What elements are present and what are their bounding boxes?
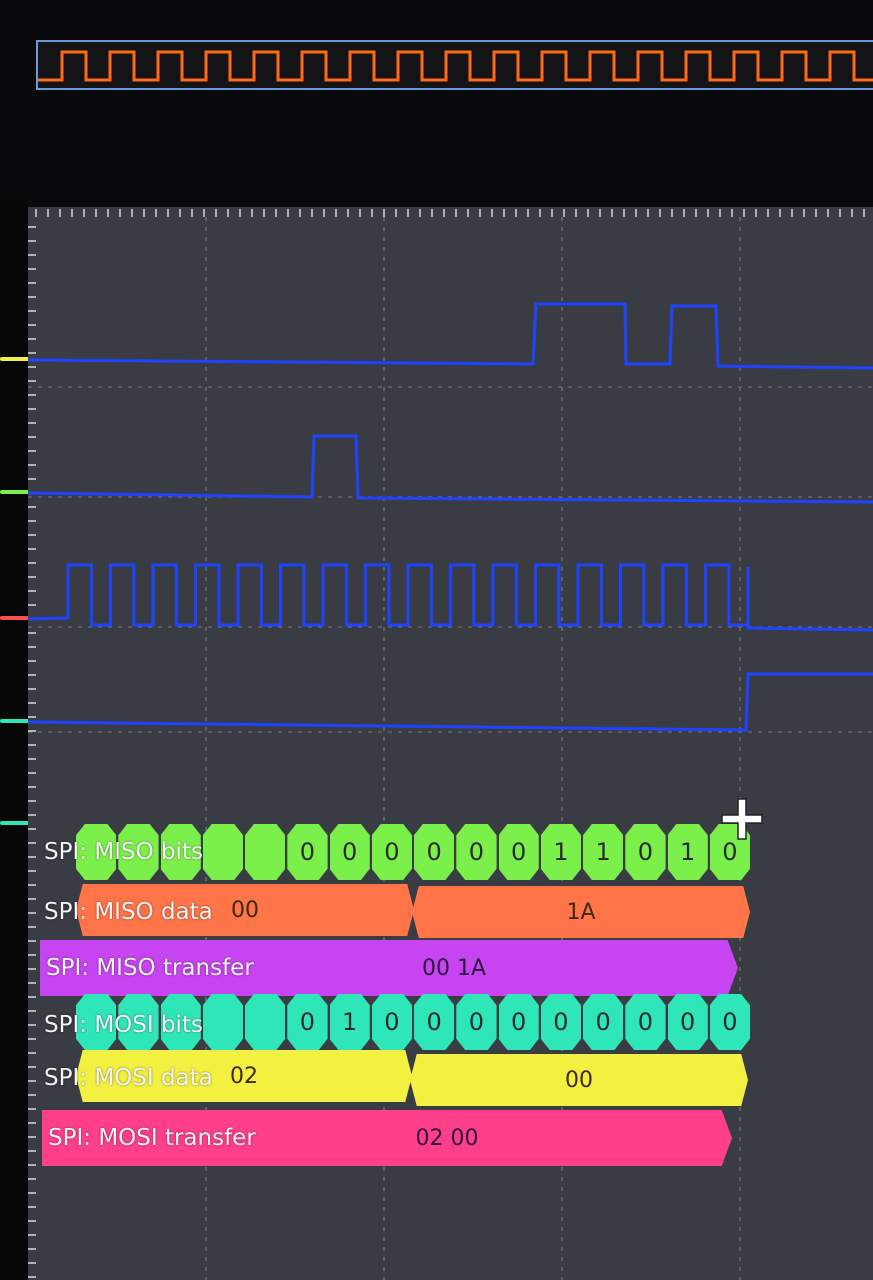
miso-bit-value: 1 — [595, 838, 611, 866]
mosi-bit-value: 0 — [511, 1008, 527, 1036]
mosi-transfer-bar[interactable]: SPI: MOSI transfer 02 00 — [42, 1110, 732, 1166]
miso-transfer-value: 00 1A — [421, 955, 487, 981]
miso-bit[interactable]: 1 — [540, 824, 582, 880]
channel-marker-ch4[interactable] — [0, 821, 30, 825]
miso-data-byte-value: 1A — [566, 899, 596, 925]
miso-bit[interactable]: 1 — [583, 824, 624, 880]
miso-bit-value: 0 — [299, 838, 316, 866]
mosi-bit-value: 1 — [342, 1008, 358, 1036]
mosi-bit[interactable]: 0 — [625, 994, 666, 1050]
mosi-bit-value: 0 — [680, 1008, 696, 1036]
mosi-bit[interactable]: 0 — [583, 994, 624, 1050]
miso-bit-value: 1 — [553, 838, 569, 866]
miso-bit-value: 0 — [637, 838, 654, 866]
mosi-bit-value: 0 — [595, 1008, 611, 1036]
mosi-bit-value: 0 — [468, 1008, 485, 1036]
mosi-bit-value: 0 — [384, 1008, 400, 1036]
miso-bit-value: 1 — [680, 838, 696, 866]
miso-bits-label: SPI: MISO bits — [44, 839, 203, 865]
miso-data-byte[interactable]: 1A — [412, 886, 750, 938]
mosi-bit[interactable]: 0 — [202, 994, 244, 1050]
trace-ch3-cs — [28, 672, 873, 732]
mosi-bit-value: 0 — [299, 1008, 316, 1036]
mosi-bit[interactable]: 0 — [667, 994, 708, 1050]
miso-bit[interactable]: 1 — [667, 824, 708, 880]
miso-bit[interactable]: 0 — [202, 824, 244, 880]
miso-data-label: SPI: MISO data — [44, 899, 213, 925]
mosi-data-byte-value: 00 — [565, 1067, 593, 1093]
mosi-bit-value: 0 — [553, 1008, 569, 1036]
mosi-data-label: SPI: MOSI data — [44, 1065, 213, 1091]
trace-view[interactable]: SPI: MISO bits SPI: MISO data 00 1A SPI:… — [28, 207, 873, 1280]
trace-ch1-mosi — [28, 434, 873, 504]
mosi-bit[interactable]: 0 — [456, 994, 497, 1050]
channel-marker-ch1[interactable] — [0, 490, 30, 494]
mosi-bit[interactable]: 1 — [329, 994, 370, 1050]
channel-marker-strip — [0, 200, 30, 1280]
miso-bit[interactable]: 0 — [329, 824, 370, 880]
mosi-bit[interactable]: 0 — [371, 994, 413, 1050]
miso-bit[interactable]: 0 — [287, 824, 328, 880]
miso-bit[interactable]: 0 — [625, 824, 666, 880]
miso-bit[interactable]: 0 — [371, 824, 413, 880]
mosi-bit[interactable]: 0 — [498, 994, 539, 1050]
mosi-data-byte-value: 02 — [230, 1063, 258, 1089]
mosi-bit-value: 0 — [426, 1008, 442, 1036]
mosi-bit-value: 0 — [637, 1008, 654, 1036]
mosi-transfer-value: 02 00 — [415, 1125, 479, 1151]
mosi-bit[interactable]: 0 — [709, 994, 751, 1050]
mosi-data-byte[interactable]: 00 — [410, 1054, 748, 1106]
miso-bit[interactable]: 0 — [245, 824, 286, 880]
miso-bit-value: 0 — [511, 838, 527, 866]
miso-bit[interactable]: 0 — [414, 824, 455, 880]
mosi-transfer-label: SPI: MOSI transfer — [48, 1125, 256, 1151]
channel-marker-ch0[interactable] — [0, 357, 30, 361]
mosi-bit[interactable]: 0 — [414, 994, 455, 1050]
miso-bit-value: 0 — [426, 838, 442, 866]
miso-transfer-bar[interactable]: SPI: MISO transfer 00 1A — [40, 940, 738, 996]
overview-panel[interactable] — [0, 0, 873, 200]
miso-data-byte-value: 00 — [231, 897, 259, 923]
mosi-bits-label: SPI: MOSI bits — [44, 1012, 203, 1038]
mosi-bit[interactable]: 0 — [245, 994, 286, 1050]
miso-bit[interactable]: 0 — [456, 824, 497, 880]
miso-bit[interactable]: 0 — [498, 824, 539, 880]
channel-marker-ch2[interactable] — [0, 616, 30, 620]
mosi-bit[interactable]: 0 — [287, 994, 328, 1050]
trace-ch0-miso — [28, 302, 873, 370]
crosshair-cursor-icon — [721, 798, 763, 840]
miso-transfer-label: SPI: MISO transfer — [46, 955, 254, 981]
miso-bit-value: 0 — [342, 838, 358, 866]
overview-waveform[interactable] — [36, 40, 873, 90]
mosi-bit[interactable]: 0 — [540, 994, 582, 1050]
mosi-bit-value: 0 — [722, 1008, 738, 1036]
miso-bit-value: 0 — [384, 838, 400, 866]
trace-ch2-clock — [28, 563, 873, 632]
channel-marker-ch3[interactable] — [0, 719, 30, 723]
overview-clock-trace — [38, 50, 873, 82]
miso-bit-value: 0 — [468, 838, 485, 866]
